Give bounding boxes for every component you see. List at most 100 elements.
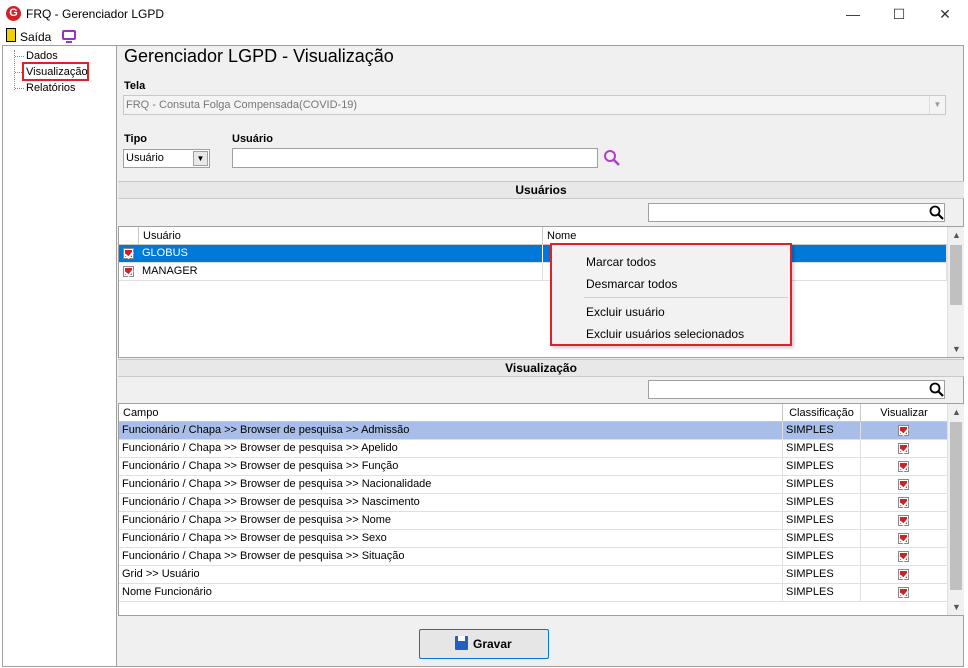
cell-classificacao: SIMPLES <box>783 548 861 566</box>
menu-item-excluir-usuario[interactable]: Excluir usuário <box>586 305 665 319</box>
visualizar-checkbox[interactable] <box>898 443 909 454</box>
cell-campo: Funcionário / Chapa >> Browser de pesqui… <box>119 530 783 548</box>
usuario-input[interactable] <box>232 148 598 168</box>
cell-classificacao: SIMPLES <box>783 422 861 440</box>
table-row[interactable]: Funcionário / Chapa >> Browser de pesqui… <box>119 476 947 494</box>
maximize-button[interactable]: ☐ <box>876 0 922 28</box>
search-icon[interactable] <box>602 149 622 167</box>
table-row[interactable]: Funcionário / Chapa >> Browser de pesqui… <box>119 458 947 476</box>
tipo-label: Tipo <box>124 133 148 145</box>
table-row[interactable]: Funcionário / Chapa >> Browser de pesqui… <box>119 494 947 512</box>
chevron-down-icon[interactable]: ▼ <box>193 151 208 166</box>
cell-visualizar <box>861 530 947 548</box>
cell-campo: Funcionário / Chapa >> Browser de pesqui… <box>119 512 783 530</box>
visualizar-checkbox[interactable] <box>898 479 909 490</box>
users-search-input[interactable] <box>648 203 945 222</box>
visualizar-checkbox[interactable] <box>898 515 909 526</box>
view-search-input[interactable] <box>648 380 945 399</box>
cell-classificacao: SIMPLES <box>783 476 861 494</box>
cell-visualizar <box>861 476 947 494</box>
tela-value: FRQ - Consuta Folga Compensada(COVID-19) <box>126 99 358 111</box>
cell-classificacao: SIMPLES <box>783 530 861 548</box>
page-title: Gerenciador LGPD - Visualização <box>124 46 394 66</box>
scroll-thumb[interactable] <box>950 245 962 305</box>
chevron-down-icon: ▼ <box>929 96 945 114</box>
cell-campo: Funcionário / Chapa >> Browser de pesqui… <box>119 422 783 440</box>
usuario-label: Usuário <box>232 133 273 145</box>
cell-visualizar <box>861 512 947 530</box>
table-row[interactable]: Funcionário / Chapa >> Browser de pesqui… <box>119 440 947 458</box>
users-section-header: Usuários <box>118 181 964 199</box>
cell-campo: Funcionário / Chapa >> Browser de pesqui… <box>119 548 783 566</box>
column-header-campo[interactable]: Campo <box>119 404 783 422</box>
table-row[interactable]: MANAGER <box>119 263 947 281</box>
tree-branch <box>15 88 24 89</box>
menu-item-marcar-todos[interactable]: Marcar todos <box>586 255 656 269</box>
visualizar-checkbox[interactable] <box>898 551 909 562</box>
cell-campo: Grid >> Usuário <box>119 566 783 584</box>
table-row[interactable]: Funcionário / Chapa >> Browser de pesqui… <box>119 422 947 440</box>
search-icon[interactable] <box>928 204 946 222</box>
column-header-visualizar[interactable]: Visualizar <box>861 404 947 422</box>
scroll-down-icon[interactable]: ▼ <box>948 341 965 357</box>
tree-item-relatorios[interactable]: Relatórios <box>26 82 76 94</box>
scroll-down-icon[interactable]: ▼ <box>948 599 965 615</box>
visualizar-checkbox[interactable] <box>898 533 909 544</box>
cell-visualizar <box>861 494 947 512</box>
search-icon[interactable] <box>928 381 946 399</box>
close-button[interactable]: ✕ <box>922 0 968 28</box>
table-row[interactable]: Funcionário / Chapa >> Browser de pesqui… <box>119 530 947 548</box>
toolbar <box>0 28 968 46</box>
tipo-select[interactable]: Usuário ▼ <box>123 149 210 168</box>
cell-classificacao: SIMPLES <box>783 458 861 476</box>
visualizar-checkbox[interactable] <box>898 425 909 436</box>
tela-select: FRQ - Consuta Folga Compensada(COVID-19)… <box>123 95 946 115</box>
cell-campo: Funcionário / Chapa >> Browser de pesqui… <box>119 440 783 458</box>
save-button-label[interactable]: Gravar <box>473 637 512 651</box>
view-section-header: Visualização <box>118 359 964 377</box>
cell-classificacao: SIMPLES <box>783 440 861 458</box>
visualizar-checkbox[interactable] <box>898 461 909 472</box>
menu-item-excluir-selecionados[interactable]: Excluir usuários selecionados <box>586 327 744 341</box>
cell-visualizar <box>861 584 947 602</box>
row-checkbox[interactable] <box>123 266 134 277</box>
tipo-value: Usuário <box>126 152 164 164</box>
window-title: FRQ - Gerenciador LGPD <box>26 7 165 21</box>
column-header-usuario[interactable]: Usuário <box>139 227 543 245</box>
cell-visualizar <box>861 440 947 458</box>
tree-item-visualizacao[interactable]: Visualização <box>26 66 88 78</box>
cell-campo: Funcionário / Chapa >> Browser de pesqui… <box>119 476 783 494</box>
minimize-button[interactable]: — <box>830 0 876 28</box>
visualizar-checkbox[interactable] <box>898 497 909 508</box>
cell-visualizar <box>861 566 947 584</box>
users-scrollbar[interactable]: ▲ ▼ <box>947 227 964 357</box>
table-row[interactable]: Funcionário / Chapa >> Browser de pesqui… <box>119 512 947 530</box>
navigation-tree <box>3 46 117 666</box>
scroll-up-icon[interactable]: ▲ <box>948 404 965 420</box>
cell-campo: Funcionário / Chapa >> Browser de pesqui… <box>119 494 783 512</box>
table-row[interactable]: Nome Funcionário SIMPLES <box>119 584 947 602</box>
view-scrollbar[interactable]: ▲ ▼ <box>947 404 964 615</box>
context-menu: Marcar todos Desmarcar todos Excluir usu… <box>550 243 792 346</box>
table-row[interactable]: GLOBUS <box>119 245 947 263</box>
cell-classificacao: SIMPLES <box>783 512 861 530</box>
row-checkbox[interactable] <box>123 248 134 259</box>
visualizar-checkbox[interactable] <box>898 569 909 580</box>
cell-classificacao: SIMPLES <box>783 566 861 584</box>
exit-button[interactable]: Saída <box>20 30 51 44</box>
scroll-up-icon[interactable]: ▲ <box>948 227 965 243</box>
menu-item-desmarcar-todos[interactable]: Desmarcar todos <box>586 277 677 291</box>
table-row[interactable]: Grid >> Usuário SIMPLES <box>119 566 947 584</box>
column-header-classificacao[interactable]: Classificação <box>783 404 861 422</box>
scroll-thumb[interactable] <box>950 422 962 590</box>
cell-usuario: GLOBUS <box>139 245 543 263</box>
cell-visualizar <box>861 458 947 476</box>
table-row[interactable]: Funcionário / Chapa >> Browser de pesqui… <box>119 548 947 566</box>
users-grid: Usuário Nome GLOBUS MANAGER ▲ ▼ <box>118 226 964 358</box>
tree-item-dados[interactable]: Dados <box>26 50 58 62</box>
visualizar-checkbox[interactable] <box>898 587 909 598</box>
header-check-col <box>119 227 139 245</box>
monitor-icon[interactable] <box>62 30 76 40</box>
view-grid-header: Campo Classificação Visualizar <box>119 404 947 422</box>
exit-door-icon[interactable] <box>6 28 16 42</box>
